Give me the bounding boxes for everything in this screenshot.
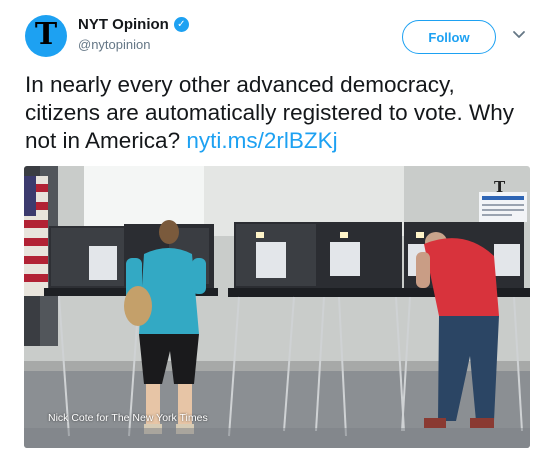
follow-button[interactable]: Follow [402,20,496,54]
tweet-text: In nearly every other advanced democracy… [25,71,530,155]
photo-credit: Nick Cote for The New York Times [48,412,208,424]
account-handle[interactable]: @nytopinion [78,37,150,52]
avatar[interactable]: T [25,15,67,57]
chevron-down-icon[interactable] [512,27,526,41]
nyt-watermark: T [494,178,506,196]
nyt-logo: T [34,17,58,52]
tweet-photo[interactable]: T Nick Cote for The New York Times [24,166,530,448]
account-name-row[interactable]: NYT Opinion ✓ [78,16,189,33]
display-name[interactable]: NYT Opinion [78,16,169,33]
tweet-link[interactable]: nyti.ms/2rlBZKj [186,128,337,153]
verified-badge-icon: ✓ [173,17,189,32]
american-flag [24,176,48,296]
voting-booths-photo: T [24,166,530,448]
